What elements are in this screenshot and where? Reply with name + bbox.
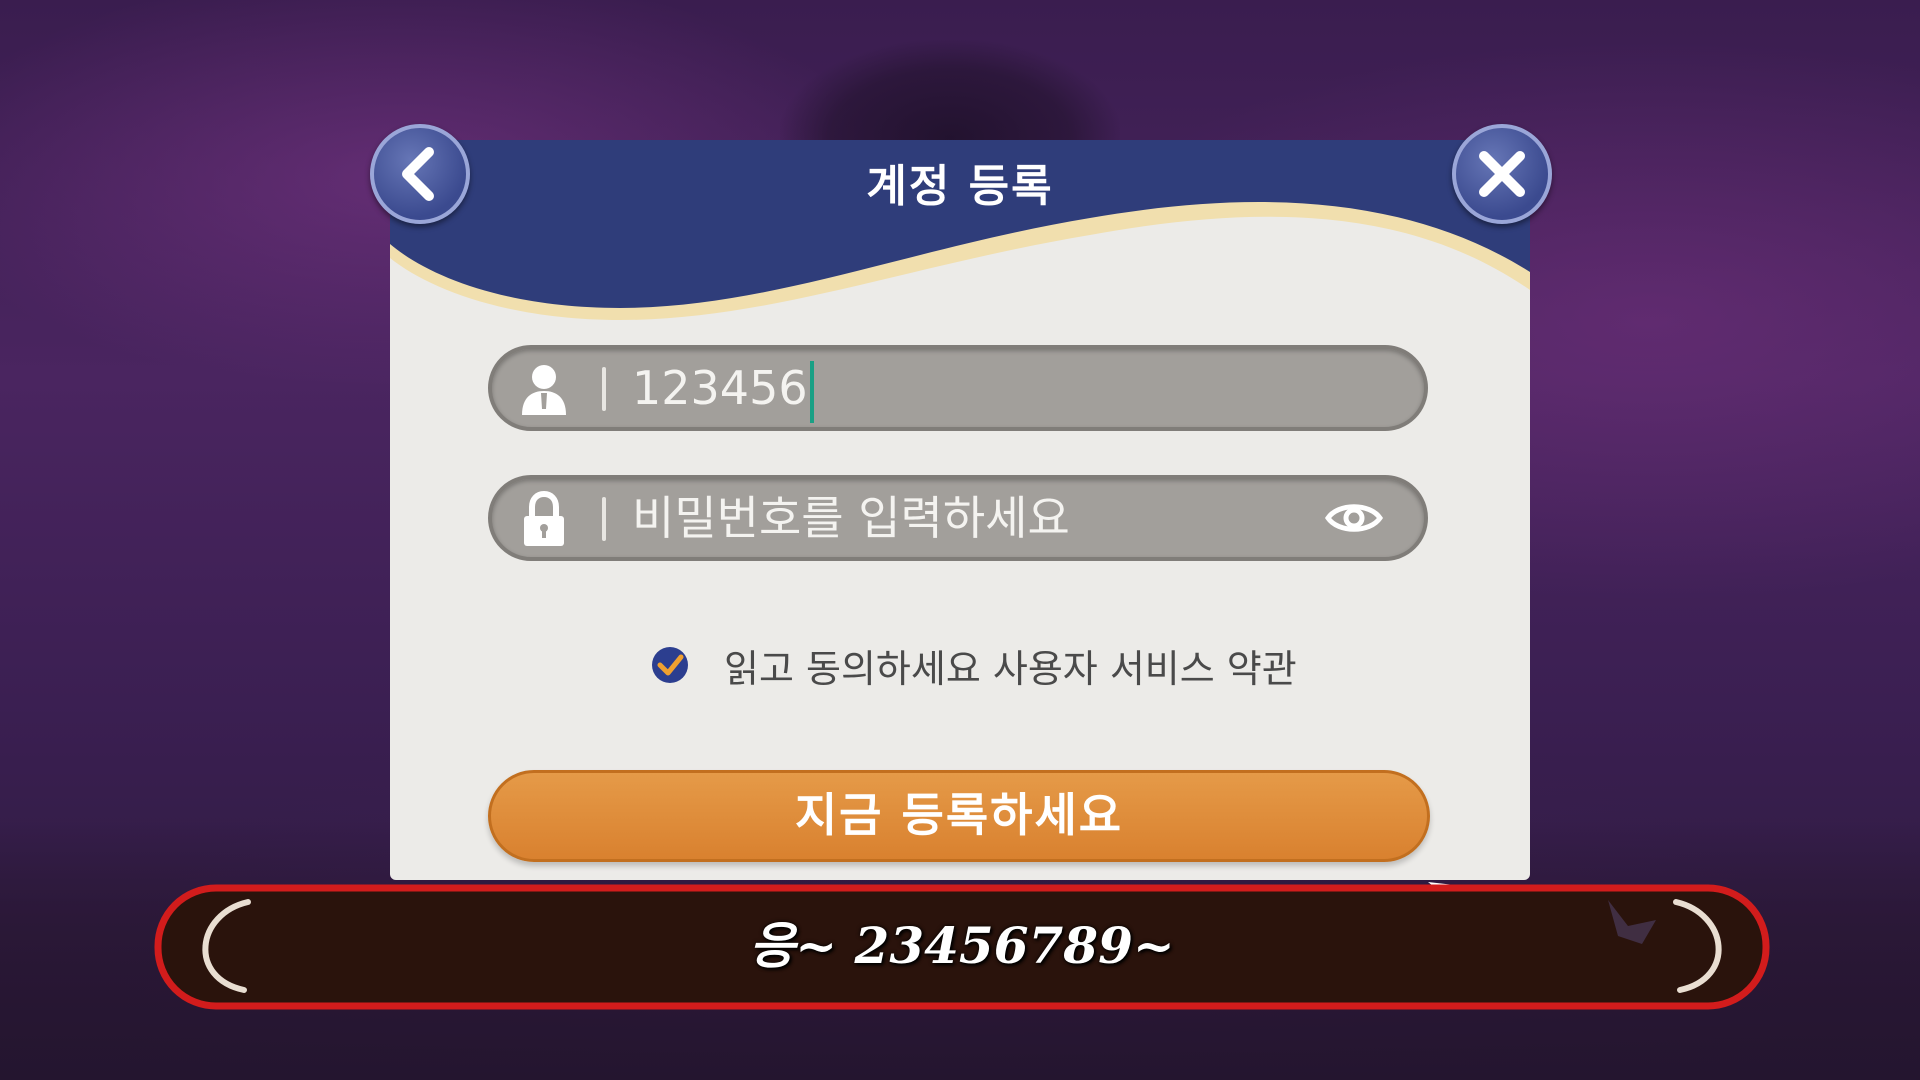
field-separator bbox=[602, 497, 606, 541]
register-now-button[interactable]: 지금 등록하세요 bbox=[488, 770, 1430, 862]
close-button[interactable] bbox=[1452, 124, 1552, 224]
chevron-left-icon bbox=[402, 147, 434, 201]
user-icon bbox=[522, 365, 566, 415]
username-field[interactable]: 123456 bbox=[488, 345, 1428, 431]
password-input[interactable]: 비밀번호를 입력하세요 bbox=[632, 479, 1070, 557]
username-value: 123456 bbox=[632, 361, 808, 415]
field-separator bbox=[602, 367, 606, 411]
text-caret bbox=[809, 360, 814, 423]
terms-checkbox[interactable] bbox=[650, 645, 690, 685]
terms-row: 읽고 동의하세요 사용자 서비스 약관 bbox=[650, 638, 1297, 693]
back-button[interactable] bbox=[370, 124, 470, 224]
password-field[interactable]: 비밀번호를 입력하세요 bbox=[488, 475, 1428, 561]
subtitle-text: 응~ 23456789~ bbox=[749, 916, 1175, 975]
eye-icon[interactable] bbox=[1324, 497, 1384, 539]
terms-label[interactable]: 읽고 동의하세요 사용자 서비스 약관 bbox=[724, 638, 1297, 693]
dialog-title: 계정 등록 bbox=[866, 161, 1054, 212]
close-icon bbox=[1479, 151, 1525, 197]
lock-icon bbox=[524, 490, 564, 546]
username-input[interactable]: 123456 bbox=[632, 349, 814, 427]
